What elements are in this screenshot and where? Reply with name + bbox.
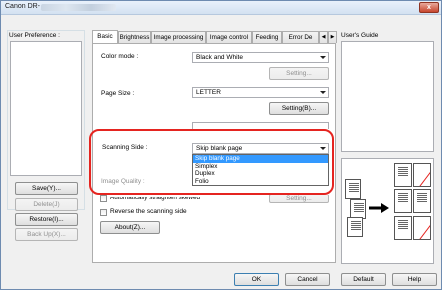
color-mode-setting-button[interactable]: Setting...	[269, 67, 329, 80]
tab-image-processing[interactable]: Image processing	[151, 31, 206, 43]
restore-preference-button[interactable]: Restore(I)...	[15, 213, 78, 226]
scanning-side-value: Skip blank page	[196, 145, 243, 152]
page-size-value: LETTER	[196, 89, 221, 96]
blank-page-icon	[413, 163, 431, 187]
page-size-select[interactable]: LETTER	[192, 87, 329, 98]
color-mode-label: Color mode :	[101, 53, 139, 60]
scanning-side-option-duplex[interactable]: Duplex	[193, 170, 328, 178]
output-page-icon	[394, 216, 412, 240]
skip-slash-icon	[418, 164, 430, 186]
chevron-down-icon	[320, 147, 326, 150]
users-guide-panel[interactable]	[341, 41, 434, 152]
page-size-setting-button[interactable]: Setting(B)...	[269, 102, 329, 115]
window-title: Canon DR-	[5, 3, 41, 10]
arrow-right-icon	[369, 203, 389, 213]
backup-preference-button[interactable]: Back Up(X)...	[15, 228, 78, 241]
tab-error-detection[interactable]: Error De	[282, 31, 319, 43]
users-guide-label: User's Guide	[341, 32, 379, 39]
scanning-side-option-skip-blank[interactable]: Skip blank page	[193, 155, 328, 163]
reverse-side-checkbox[interactable]	[100, 209, 107, 216]
scanning-side-preview	[341, 158, 434, 264]
output-page-icon	[413, 189, 431, 213]
output-page-icon	[394, 189, 412, 213]
ok-button[interactable]: OK	[234, 273, 279, 286]
save-preference-button[interactable]: Save(Y)...	[15, 182, 78, 195]
scanning-side-label: Scanning Side :	[102, 144, 148, 151]
tab-feeding[interactable]: Feeding	[252, 31, 282, 43]
user-preference-label: User Preference :	[9, 32, 60, 39]
color-mode-value: Black and White	[196, 54, 243, 61]
title-redacted-area	[41, 4, 116, 11]
tab-scroll-right-icon[interactable]: ▶	[328, 31, 337, 43]
default-button[interactable]: Default	[341, 273, 386, 286]
chevron-down-icon	[320, 56, 326, 59]
scanning-side-dropdown-list: Skip blank page Simplex Duplex Folio	[192, 154, 329, 186]
scanning-side-select[interactable]: Skip blank page	[192, 143, 329, 154]
close-button[interactable]: x	[419, 2, 439, 13]
title-bar: Canon DR- x	[1, 1, 441, 15]
front-page-icon	[394, 163, 412, 187]
tab-basic[interactable]: Basic	[92, 30, 118, 43]
stack-page-icon	[345, 179, 361, 199]
chevron-down-icon	[320, 91, 326, 94]
close-icon: x	[427, 4, 431, 11]
image-quality-label: Image Quality :	[101, 178, 145, 185]
tab-brightness[interactable]: Brightness	[118, 31, 151, 43]
blank-page-icon	[413, 216, 431, 240]
dpi-select-obscured[interactable]	[192, 122, 329, 129]
delete-preference-button[interactable]: Delete(J)	[15, 198, 78, 211]
reverse-side-label: Reverse the scanning side	[110, 208, 187, 215]
scanning-side-option-folio[interactable]: Folio	[193, 178, 328, 186]
scanning-side-option-simplex[interactable]: Simplex	[193, 163, 328, 171]
stack-page-icon	[347, 217, 363, 237]
skip-slash-icon	[418, 217, 430, 239]
scanner-settings-window: Canon DR- x User Preference : Save(Y)...…	[0, 0, 442, 290]
help-button[interactable]: Help	[392, 273, 437, 286]
tab-scroll-left-icon[interactable]: ◀	[319, 31, 328, 43]
user-preference-list[interactable]	[10, 41, 82, 176]
cancel-button[interactable]: Cancel	[285, 273, 330, 286]
auto-straighten-checkbox[interactable]	[100, 195, 107, 202]
stack-page-icon	[350, 199, 366, 219]
about-button[interactable]: About(Z)...	[100, 221, 160, 234]
page-size-label: Page Size :	[101, 90, 135, 97]
color-mode-select[interactable]: Black and White	[192, 52, 329, 63]
tab-image-control[interactable]: Image control	[206, 31, 252, 43]
auto-straighten-setting-button[interactable]: Setting...	[269, 195, 329, 203]
